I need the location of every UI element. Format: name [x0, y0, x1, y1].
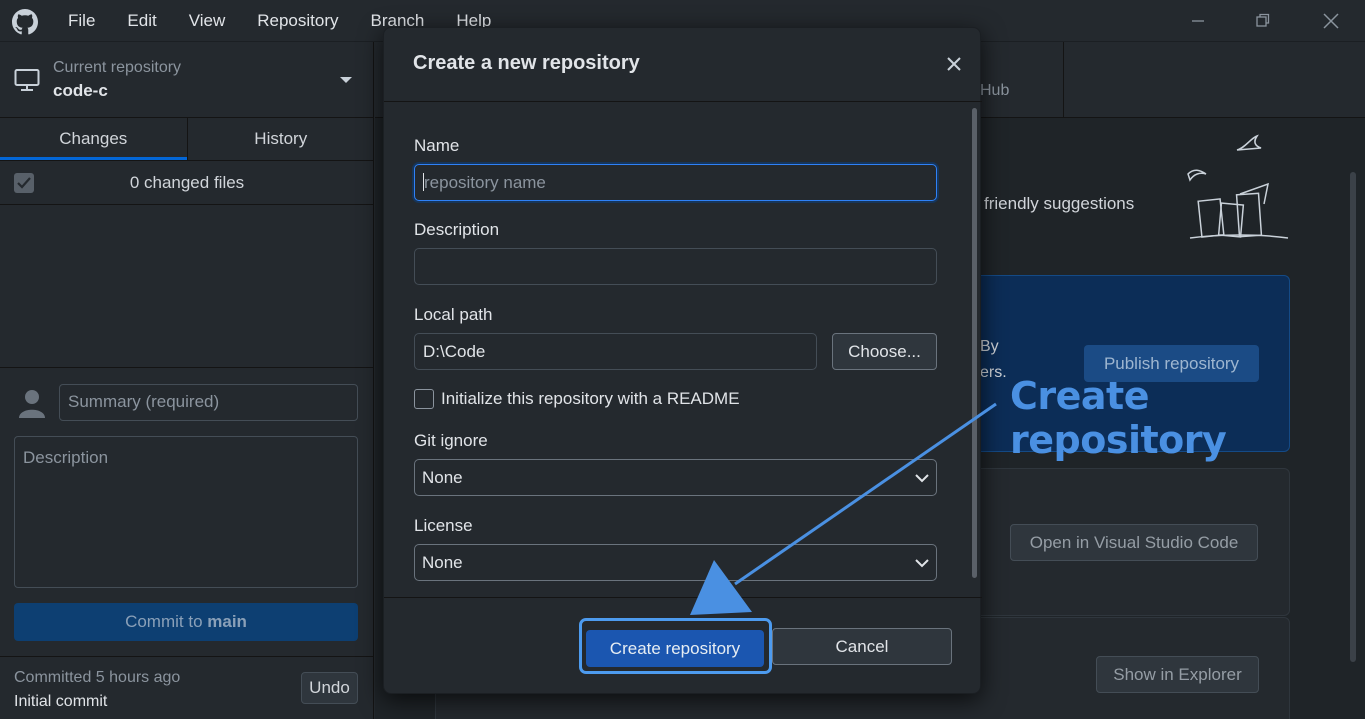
summary-input[interactable]: Summary (required) — [59, 384, 358, 421]
gitignore-select[interactable]: None — [414, 459, 937, 496]
dialog-header: Create a new repository — [384, 28, 982, 102]
bird-illustration-icon — [1236, 134, 1262, 151]
choose-path-button[interactable]: Choose... — [832, 333, 937, 370]
undo-button[interactable]: Undo — [301, 672, 358, 704]
current-repository-selector[interactable]: Current repository code-c — [0, 42, 374, 118]
show-in-explorer-button[interactable]: Show in Explorer — [1096, 656, 1259, 693]
license-value: None — [422, 553, 463, 572]
local-path-input[interactable]: D:\Code — [414, 333, 817, 370]
last-commit-message: Initial commit — [14, 693, 108, 710]
annotation-label: Create repository — [1010, 374, 1227, 462]
commit-prefix: Commit to — [125, 612, 208, 631]
create-repository-dialog: Create a new repository Name repository … — [383, 27, 982, 694]
readme-checkbox[interactable] — [414, 389, 434, 409]
menu-repository[interactable]: Repository — [241, 0, 354, 42]
minimize-button[interactable] — [1168, 0, 1228, 42]
open-in-vscode-button[interactable]: Open in Visual Studio Code — [1010, 524, 1258, 561]
last-commit-time: Committed 5 hours ago — [14, 669, 181, 686]
menu-file[interactable]: File — [52, 0, 111, 42]
tab-history[interactable]: History — [186, 118, 375, 160]
publish-text-fragment-2: ers. — [980, 364, 1007, 381]
license-select[interactable]: None — [414, 544, 937, 581]
license-label: License — [414, 516, 473, 535]
local-path-label: Local path — [414, 305, 493, 324]
computer-icon — [14, 69, 40, 91]
last-commit-info: Committed 5 hours ago Initial commit Und… — [0, 656, 374, 719]
commit-branch: main — [207, 612, 247, 631]
current-repository-name: code-c — [53, 81, 108, 100]
repository-name-placeholder: repository name — [424, 173, 546, 192]
gitignore-label: Git ignore — [414, 431, 488, 450]
menu-view[interactable]: View — [173, 0, 242, 42]
friendly-suggestions-text: friendly suggestions — [984, 194, 1135, 213]
papers-illustration-icon — [1187, 169, 1289, 239]
close-icon — [1323, 13, 1339, 29]
github-logo-icon — [12, 9, 38, 35]
commit-button[interactable]: Commit to main — [14, 603, 358, 641]
chevron-down-icon — [915, 559, 929, 568]
close-icon — [947, 57, 961, 71]
sidebar: Current repository code-c Changes Histor… — [0, 42, 374, 719]
repository-name-input[interactable]: repository name — [414, 164, 937, 201]
name-label: Name — [414, 136, 460, 155]
dialog-title: Create a new repository — [413, 52, 640, 74]
changed-files-header: 0 changed files — [0, 161, 374, 205]
commit-area: Summary (required) Description Commit to… — [0, 367, 374, 719]
sidebar-tabs: Changes History — [0, 118, 374, 161]
current-repository-label: Current repository — [53, 59, 182, 76]
restore-icon — [1256, 13, 1270, 27]
header-divider — [1063, 42, 1064, 118]
gitignore-value: None — [422, 468, 463, 487]
tab-changes[interactable]: Changes — [0, 118, 187, 160]
close-window-button[interactable] — [1301, 0, 1361, 42]
readme-label: Initialize this repository with a README — [441, 389, 740, 408]
changed-files-count: 0 changed files — [129, 173, 245, 192]
avatar-icon — [19, 390, 45, 418]
cancel-button[interactable]: Cancel — [772, 628, 952, 665]
chevron-down-icon — [915, 474, 929, 483]
restore-button[interactable] — [1233, 0, 1293, 42]
create-repository-button[interactable]: Create repository — [586, 630, 764, 667]
fetch-origin-fragment[interactable]: Hub — [980, 82, 1009, 100]
caret-down-icon — [340, 77, 352, 83]
repository-description-input[interactable] — [414, 248, 937, 285]
description-label: Description — [414, 220, 500, 239]
publish-text-fragment-1: By — [980, 338, 999, 355]
commit-description-input[interactable]: Description — [14, 436, 358, 588]
dialog-close-button[interactable] — [940, 50, 968, 78]
menu-edit[interactable]: Edit — [111, 0, 172, 42]
dialog-scrollbar[interactable] — [972, 108, 977, 578]
minimize-icon — [1192, 20, 1204, 22]
